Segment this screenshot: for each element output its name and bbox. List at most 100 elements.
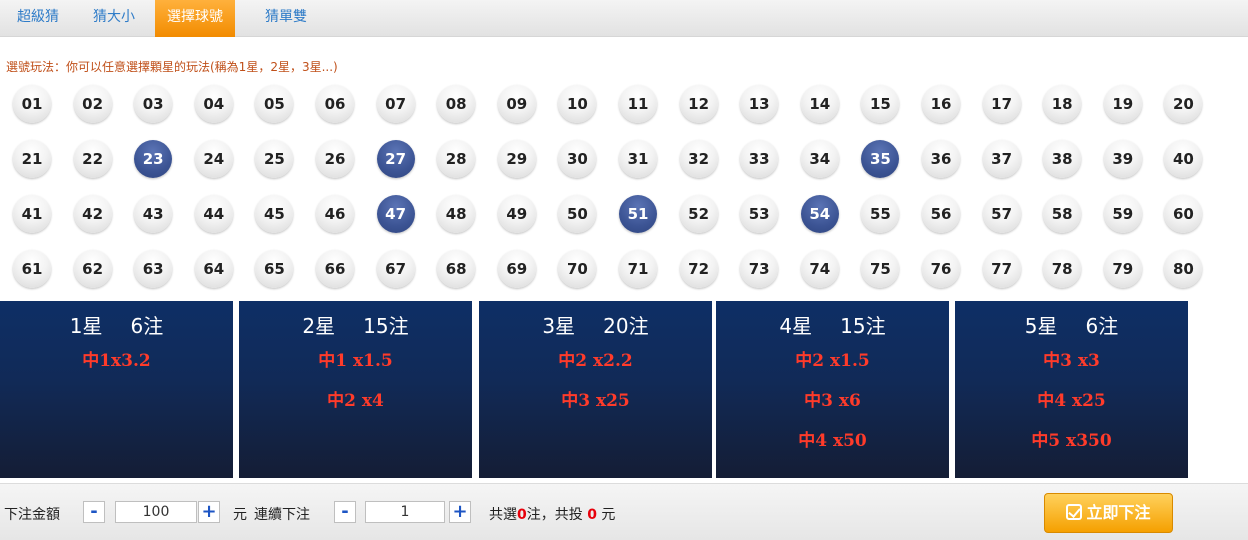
ball-08[interactable]: 08 — [437, 85, 476, 123]
ball-77[interactable]: 77 — [982, 250, 1021, 288]
ball-80[interactable]: 80 — [1164, 250, 1203, 288]
ball-20[interactable]: 20 — [1164, 85, 1203, 123]
ball-03[interactable]: 03 — [134, 85, 173, 123]
ball-28[interactable]: 28 — [437, 140, 476, 178]
ball-43[interactable]: 43 — [134, 195, 173, 233]
ball-26[interactable]: 26 — [316, 140, 354, 178]
ball-14[interactable]: 14 — [800, 85, 839, 123]
continuous-bet-input[interactable]: 1 — [365, 501, 445, 523]
ball-04[interactable]: 04 — [194, 85, 233, 123]
ball-41[interactable]: 41 — [13, 195, 51, 233]
ball-22[interactable]: 22 — [73, 140, 112, 178]
summary-prefix: 共選 — [489, 507, 517, 523]
ball-27[interactable]: 27 — [376, 140, 415, 178]
bet-count: 6注 — [1085, 314, 1119, 338]
ball-31[interactable]: 31 — [619, 140, 657, 178]
ball-59[interactable]: 59 — [1103, 195, 1142, 233]
ball-75[interactable]: 75 — [861, 250, 900, 288]
ball-53[interactable]: 53 — [740, 195, 779, 233]
ball-56[interactable]: 56 — [922, 195, 960, 233]
ball-78[interactable]: 78 — [1043, 250, 1082, 288]
ball-42[interactable]: 42 — [73, 195, 112, 233]
ball-23[interactable]: 23 — [134, 140, 173, 178]
ball-61[interactable]: 61 — [13, 250, 51, 288]
total-amount: 0 — [587, 507, 597, 523]
continuous-plus-button[interactable]: + — [449, 501, 471, 523]
ball-10[interactable]: 10 — [558, 85, 597, 123]
ball-18[interactable]: 18 — [1043, 85, 1082, 123]
continuous-minus-button[interactable]: - — [334, 501, 356, 523]
ball-67[interactable]: 67 — [376, 250, 415, 288]
panel-header: 1星 6注 — [0, 311, 233, 341]
ball-68[interactable]: 68 — [437, 250, 476, 288]
ball-46[interactable]: 46 — [316, 195, 354, 233]
ball-65[interactable]: 65 — [255, 250, 294, 288]
ball-12[interactable]: 12 — [679, 85, 718, 123]
ball-36[interactable]: 36 — [922, 140, 960, 178]
ball-09[interactable]: 09 — [497, 85, 536, 123]
tab-big-small[interactable]: 猜大小 — [76, 0, 152, 37]
tab-odd-even[interactable]: 猜單雙 — [248, 0, 324, 37]
amount-plus-button[interactable]: + — [198, 501, 220, 523]
ball-40[interactable]: 40 — [1164, 140, 1203, 178]
ball-11[interactable]: 11 — [619, 85, 657, 123]
ball-60[interactable]: 60 — [1164, 195, 1203, 233]
ball-73[interactable]: 73 — [740, 250, 779, 288]
tab-super-guess[interactable]: 超級猜 — [0, 0, 76, 37]
ball-06[interactable]: 06 — [316, 85, 354, 123]
prize-panel: 2星 15注 中1 x1.5 中2 x4 — [239, 301, 472, 478]
amount-minus-button[interactable]: - — [83, 501, 105, 523]
ball-69[interactable]: 69 — [497, 250, 536, 288]
ball-51[interactable]: 51 — [619, 195, 657, 233]
ball-45[interactable]: 45 — [255, 195, 294, 233]
ball-35[interactable]: 35 — [861, 140, 900, 178]
ball-17[interactable]: 17 — [982, 85, 1021, 123]
ball-57[interactable]: 57 — [982, 195, 1021, 233]
ball-64[interactable]: 64 — [194, 250, 233, 288]
ball-01[interactable]: 01 — [13, 85, 51, 123]
ball-44[interactable]: 44 — [194, 195, 233, 233]
prize-panel: 4星 15注 中2 x1.5 中3 x6 中4 x50 — [716, 301, 949, 478]
ball-74[interactable]: 74 — [800, 250, 839, 288]
ball-63[interactable]: 63 — [134, 250, 173, 288]
ball-19[interactable]: 19 — [1103, 85, 1142, 123]
payout-line: 中3 x6 — [804, 391, 861, 411]
ball-52[interactable]: 52 — [679, 195, 718, 233]
place-bet-button[interactable]: 立即下注 — [1044, 493, 1173, 533]
ball-21[interactable]: 21 — [13, 140, 51, 178]
ball-54[interactable]: 54 — [800, 195, 839, 233]
play-instruction: 選號玩法：你可以任意選擇顆星的玩法(稱為1星，2星，3星...) — [6, 60, 338, 74]
ball-50[interactable]: 50 — [558, 195, 597, 233]
ball-25[interactable]: 25 — [255, 140, 294, 178]
ball-34[interactable]: 34 — [800, 140, 839, 178]
ball-49[interactable]: 49 — [497, 195, 536, 233]
ball-30[interactable]: 30 — [558, 140, 597, 178]
ball-79[interactable]: 79 — [1103, 250, 1142, 288]
ball-48[interactable]: 48 — [437, 195, 476, 233]
ball-39[interactable]: 39 — [1103, 140, 1142, 178]
ball-15[interactable]: 15 — [861, 85, 900, 123]
ball-58[interactable]: 58 — [1043, 195, 1082, 233]
ball-72[interactable]: 72 — [679, 250, 718, 288]
ball-47[interactable]: 47 — [376, 195, 415, 233]
ball-16[interactable]: 16 — [922, 85, 960, 123]
ball-70[interactable]: 70 — [558, 250, 597, 288]
ball-38[interactable]: 38 — [1043, 140, 1082, 178]
ball-76[interactable]: 76 — [922, 250, 960, 288]
ball-55[interactable]: 55 — [861, 195, 900, 233]
ball-13[interactable]: 13 — [740, 85, 779, 123]
bet-amount-input[interactable]: 100 — [115, 501, 197, 523]
ball-05[interactable]: 05 — [255, 85, 294, 123]
payout-line: 中2 x2.2 — [558, 351, 633, 371]
ball-02[interactable]: 02 — [73, 85, 112, 123]
ball-33[interactable]: 33 — [740, 140, 779, 178]
tab-select-numbers[interactable]: 選擇球號 — [155, 0, 235, 37]
ball-24[interactable]: 24 — [194, 140, 233, 178]
ball-37[interactable]: 37 — [982, 140, 1021, 178]
ball-66[interactable]: 66 — [316, 250, 354, 288]
ball-32[interactable]: 32 — [679, 140, 718, 178]
ball-71[interactable]: 71 — [619, 250, 657, 288]
ball-29[interactable]: 29 — [497, 140, 536, 178]
ball-07[interactable]: 07 — [376, 85, 415, 123]
ball-62[interactable]: 62 — [73, 250, 112, 288]
